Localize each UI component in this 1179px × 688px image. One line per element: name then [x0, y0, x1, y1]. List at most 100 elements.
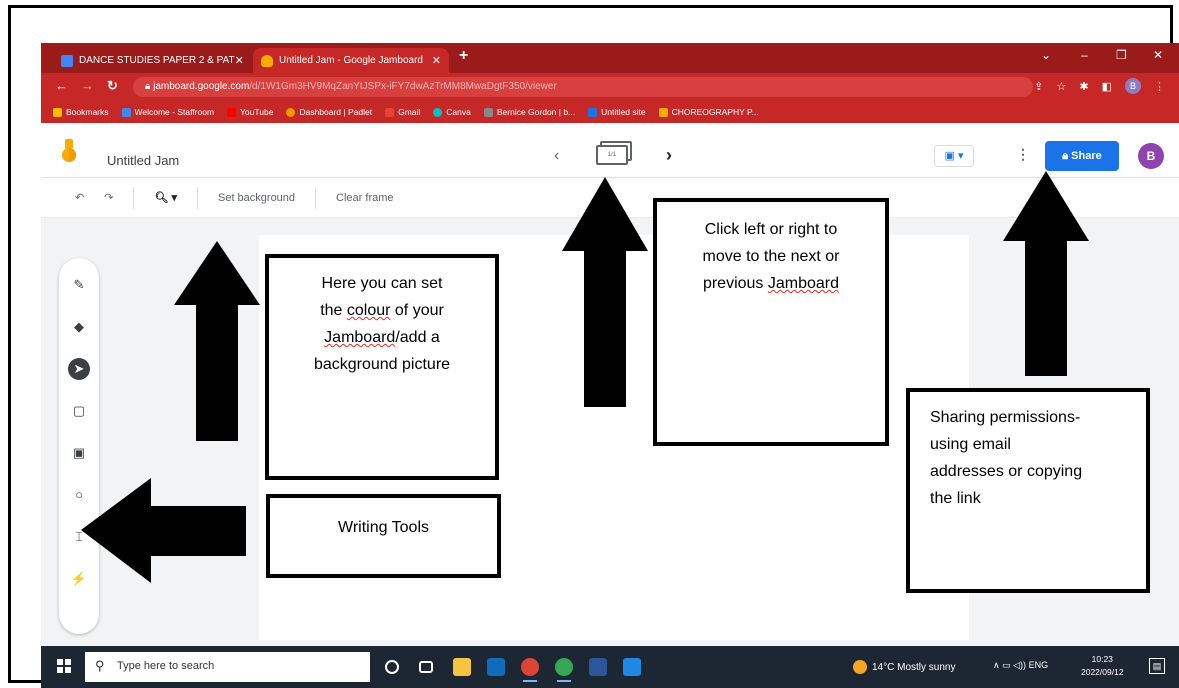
bookmark-favicon-icon — [121, 107, 131, 117]
weather-sun-icon — [853, 660, 867, 674]
next-frame-button[interactable]: › — [666, 145, 672, 166]
present-button[interactable]: ▣ ▾ — [934, 145, 974, 167]
canva-icon — [433, 107, 443, 117]
task-view-icon[interactable] — [419, 661, 433, 673]
bookmarks-bar: Bookmarks Welcome - Staffroom YouTube Da… — [41, 101, 1179, 123]
tab-search-icon[interactable]: ⌄ — [1041, 48, 1051, 62]
spellcheck-word: colour — [346, 302, 391, 319]
network-icon[interactable]: ▭ — [1002, 660, 1011, 670]
bookmark-item[interactable]: Canva — [433, 107, 471, 117]
word-icon[interactable] — [589, 658, 607, 676]
bookmark-item[interactable]: YouTube — [227, 107, 273, 117]
jamboard-logo-icon — [62, 139, 76, 162]
screenshot-frame: DANCE STUDIES PAPER 2 & PAT ✕ Untitled J… — [8, 5, 1179, 688]
star-icon[interactable]: ☆ — [1057, 80, 1067, 93]
writing-tools-annotation: Writing Tools — [266, 494, 501, 578]
profile-avatar[interactable]: B — [1125, 78, 1141, 94]
restore-icon[interactable]: ❐ — [1116, 48, 1127, 62]
system-tray[interactable]: ∧ ▭ ◁)) ENG — [993, 660, 1048, 671]
cortana-icon[interactable] — [385, 660, 399, 674]
arrow-left-icon — [81, 478, 246, 583]
eraser-icon[interactable]: ◆ — [68, 316, 90, 338]
tab-title: Untitled Jam - Google Jamboard — [279, 55, 423, 66]
bookmark-item[interactable]: Gmail — [385, 107, 420, 117]
extensions-icon[interactable]: ✱ — [1079, 80, 1088, 93]
frame-bar-button[interactable]: 1/1 — [596, 141, 634, 167]
set-background-button[interactable]: Set background — [218, 192, 295, 204]
clear-frame-button[interactable]: Clear frame — [336, 192, 393, 204]
forward-icon[interactable]: → — [81, 78, 94, 93]
jam-title[interactable]: Untitled Jam — [107, 153, 179, 168]
clock[interactable]: 10:23 2022/09/12 — [1081, 653, 1124, 679]
jamboard-header: Untitled Jam ‹ 1/1 › ▣ ▾ ⋮ 🔒︎ Share B — [41, 123, 1179, 178]
bookmark-item[interactable]: Bookmarks — [53, 107, 109, 117]
outlook-icon[interactable] — [487, 658, 505, 676]
select-icon[interactable]: ➤ — [68, 358, 90, 380]
zoom-icon[interactable]: 🔍︎ ▾ — [154, 191, 177, 204]
new-tab-button[interactable]: + — [459, 47, 468, 65]
close-icon[interactable]: ✕ — [235, 54, 244, 67]
file-explorer-icon[interactable] — [453, 658, 471, 676]
browser-tab-bar: DANCE STUDIES PAPER 2 & PAT ✕ Untitled J… — [41, 43, 1179, 73]
notifications-icon[interactable]: ▤ — [1149, 658, 1165, 674]
redo-icon[interactable]: ↷ — [104, 191, 113, 204]
close-icon[interactable]: ✕ — [432, 54, 441, 67]
bookmark-item[interactable]: Dashboard | Padlet — [286, 107, 372, 117]
image-icon[interactable]: ▣ — [68, 442, 90, 464]
browser-tab-jamboard[interactable]: Untitled Jam - Google Jamboard ✕ — [253, 48, 449, 73]
reload-icon[interactable]: ↻ — [107, 78, 118, 94]
chrome-profile-icon[interactable] — [555, 658, 573, 682]
lock-icon: 🔒︎ — [145, 81, 154, 92]
language-indicator[interactable]: ENG — [1029, 660, 1049, 670]
more-options-icon[interactable]: ⋮ — [1016, 146, 1030, 163]
arrow-up-icon — [562, 177, 648, 407]
chrome-icon[interactable] — [521, 658, 539, 682]
url-input[interactable]: 🔒︎ jamboard.google.com/d/1W1Gm3HV9MqZanY… — [133, 77, 1033, 97]
search-icon: ⚲ — [95, 658, 105, 673]
taskbar-search-input[interactable]: ⚲ Type here to search — [85, 652, 370, 682]
bookmark-item[interactable]: Welcome - Staffroom — [121, 107, 214, 117]
bookmark-item[interactable]: Bernice Gordon | b... — [483, 107, 575, 117]
weather-widget[interactable]: 14°C Mostly sunny — [853, 660, 955, 674]
bookmark-favicon-icon — [658, 107, 668, 117]
arrow-up-icon — [174, 241, 260, 441]
browser-tab-dance-studies[interactable]: DANCE STUDIES PAPER 2 & PAT ✕ — [53, 48, 249, 73]
bookmark-favicon-icon — [483, 107, 493, 117]
close-window-icon[interactable]: ✕ — [1153, 48, 1163, 62]
share-page-icon[interactable]: ⇪ — [1034, 80, 1043, 93]
sharing-annotation: Sharing permissions- using email address… — [906, 388, 1150, 593]
previous-frame-button[interactable]: ‹ — [554, 147, 559, 165]
padlet-icon — [286, 107, 296, 117]
account-avatar[interactable]: B — [1138, 143, 1164, 169]
lock-icon: 🔒︎ — [1062, 150, 1072, 162]
share-button[interactable]: 🔒︎ Share — [1045, 141, 1119, 171]
back-icon[interactable]: ← — [55, 78, 68, 93]
volume-icon[interactable]: ◁)) — [1013, 660, 1026, 670]
docs-favicon-icon — [61, 54, 73, 67]
sticky-note-icon[interactable]: ▢ — [68, 400, 90, 422]
frames-annotation: Click left or right to move to the next … — [653, 198, 889, 446]
gmail-icon — [385, 107, 395, 117]
windows-taskbar: ⚲ Type here to search 14°C Mostly sunny … — [41, 646, 1179, 688]
sidebar-icon[interactable]: ◧ — [1102, 80, 1112, 93]
url-path: /d/1W1Gm3HV9MqZanYtJSPx-iFY7dwAzTrMM8Mwa… — [249, 81, 557, 92]
clock-time: 10:23 — [1091, 654, 1113, 664]
photos-icon[interactable] — [623, 658, 641, 676]
bookmark-star-icon — [53, 107, 62, 117]
menu-icon[interactable]: ⋮ — [1154, 80, 1165, 93]
bookmark-item[interactable]: Untitled site — [588, 107, 646, 117]
minimize-icon[interactable]: – — [1081, 48, 1088, 62]
bookmark-item[interactable]: CHOREOGRAPHY P... — [658, 107, 759, 117]
divider — [196, 186, 198, 209]
pen-icon[interactable]: ✎ — [68, 274, 90, 296]
spellcheck-word: Jamboard — [767, 275, 840, 292]
divider — [315, 186, 317, 209]
arrow-up-icon — [1003, 171, 1089, 376]
background-annotation: Here you can set the colour of your Jamb… — [265, 254, 499, 480]
youtube-icon — [227, 107, 237, 117]
undo-icon[interactable]: ↶ — [75, 191, 84, 204]
jamboard-favicon-icon — [261, 54, 273, 67]
tab-title: DANCE STUDIES PAPER 2 & PAT — [79, 55, 235, 66]
windows-start-icon[interactable] — [57, 659, 71, 673]
chevron-up-icon[interactable]: ∧ — [993, 660, 1000, 670]
